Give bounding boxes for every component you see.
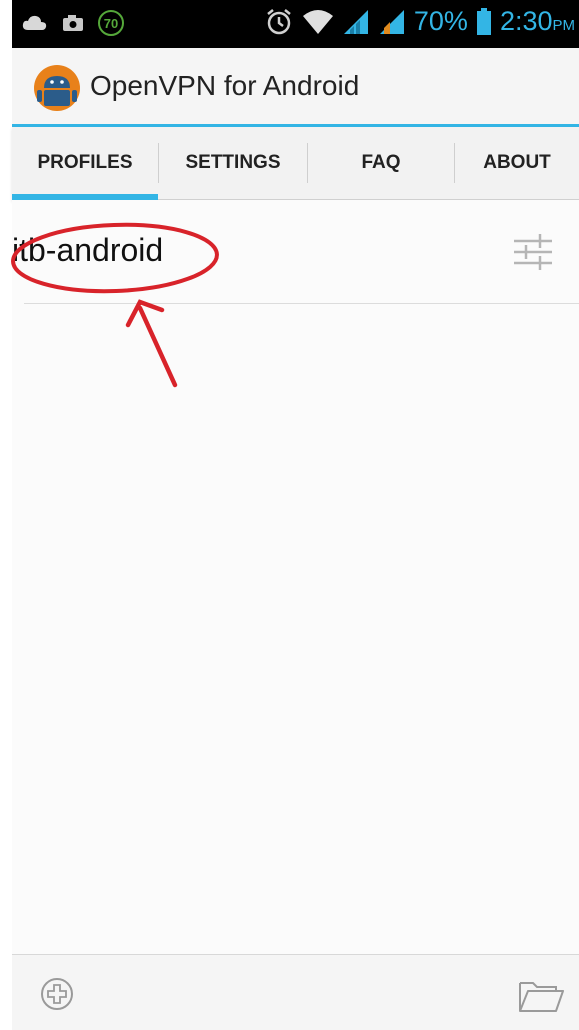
tab-profiles[interactable]: PROFILES xyxy=(12,127,158,199)
tab-profiles-label: PROFILES xyxy=(37,152,133,173)
tab-faq[interactable]: FAQ xyxy=(308,127,454,199)
bottom-bar xyxy=(12,954,579,1030)
tab-bar: PROFILES SETTINGS FAQ ABOUT xyxy=(12,127,579,200)
openvpn-android-logo[interactable] xyxy=(33,64,81,112)
camera-icon xyxy=(63,15,83,31)
add-icon[interactable] xyxy=(40,977,74,1011)
folder-icon[interactable] xyxy=(518,977,564,1013)
cloud-icon xyxy=(22,15,47,30)
tab-settings-label: SETTINGS xyxy=(185,152,281,173)
profile-name: itb-android xyxy=(12,232,164,268)
battery-icon xyxy=(476,7,491,35)
tab-about-label: ABOUT xyxy=(483,152,551,173)
tab-faq-label: FAQ xyxy=(361,152,401,173)
app-title: OpenVPN for Android xyxy=(90,70,360,101)
signal-icon-2 xyxy=(379,9,404,34)
row-divider xyxy=(24,303,579,304)
clock-ampm: PM xyxy=(552,17,576,34)
profile-row[interactable]: itb-android xyxy=(12,200,579,304)
badge-70-icon: 70 xyxy=(98,10,124,36)
tab-settings[interactable]: SETTINGS xyxy=(159,127,307,199)
signal-icon-1 xyxy=(343,9,368,34)
profile-list: itb-android xyxy=(12,200,579,954)
tab-about[interactable]: ABOUT xyxy=(455,127,579,199)
wifi-icon xyxy=(302,9,333,34)
alarm-icon xyxy=(267,8,291,34)
clock: 2:30PM xyxy=(500,6,575,37)
sliders-icon[interactable] xyxy=(512,230,554,274)
status-bar: 70 70% 2:30PM xyxy=(12,0,579,48)
action-bar: OpenVPN for Android xyxy=(12,48,579,127)
battery-percent: 70% xyxy=(413,6,468,36)
clock-time: 2:30 xyxy=(499,6,553,36)
screen-border xyxy=(0,0,12,1029)
